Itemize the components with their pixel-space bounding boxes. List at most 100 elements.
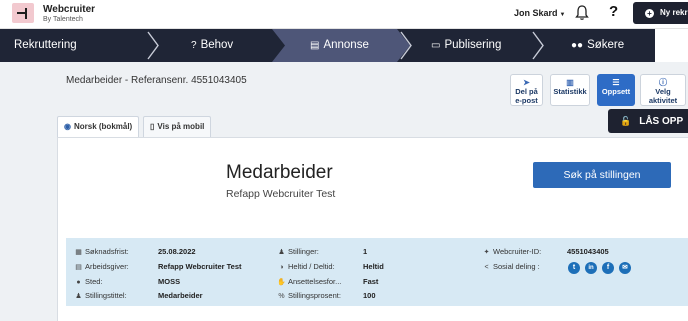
step-label: Publisering	[444, 39, 502, 51]
user-menu[interactable]: Jon Skard ▼	[514, 8, 565, 18]
mobile-icon: ▯	[150, 122, 155, 131]
unlock-button[interactable]: 🔓 LÅS OPP	[608, 109, 688, 133]
chart-icon: ▥	[566, 78, 574, 87]
chevron-down-icon: ▼	[559, 12, 566, 18]
tab-label: Vis på mobil	[157, 122, 205, 131]
person-icon: ♟	[75, 293, 82, 300]
twitter-icon[interactable]: t	[568, 262, 580, 274]
info-label: Søknadsfrist:	[85, 247, 129, 256]
step-annonse[interactable]: ▤ Annonse	[310, 29, 369, 62]
action-label: Statistikk	[553, 87, 587, 96]
statistics-button[interactable]: ▥ Statistikk	[550, 74, 590, 106]
step-label: Rekruttering	[14, 39, 77, 51]
question-icon: ?	[191, 40, 197, 51]
info-job-title: ♟ Stillingstittel:	[74, 291, 127, 300]
globe-icon: ◉	[64, 122, 71, 131]
select-activity-button[interactable]: ⓘ Velg aktivitet	[640, 74, 686, 106]
page-title: Medarbeider - Referansenr. 4551043405	[66, 75, 247, 86]
info-label: Stillingstittel:	[85, 291, 127, 300]
monitor-icon: ▭	[431, 40, 441, 51]
info-label: Ansettelsesfor...	[288, 277, 342, 286]
job-title: Medarbeider	[226, 162, 333, 183]
info-positions: ♟ Stillinger:	[277, 247, 319, 256]
half-circle-icon: ◑	[279, 264, 284, 271]
info-deadline: ▦ Søknadsfrist:	[74, 247, 129, 256]
info-value: 4551043405	[567, 247, 609, 256]
top-header: Webcruiter By Talentech Jon Skard ▼ ? + Ny…	[0, 0, 688, 29]
info-value: Medarbeider	[158, 291, 203, 300]
info-employer: ▤ Arbeidsgiver:	[74, 262, 129, 271]
step-label: Annonse	[323, 39, 369, 51]
info-value: MOSS	[158, 277, 181, 286]
action-label: Oppsett	[601, 87, 631, 96]
info-label: Arbeidsgiver:	[85, 262, 129, 271]
info-icon: ⓘ	[659, 78, 667, 87]
info-employment-type: ✋ Ansettelsesfor...	[277, 277, 341, 286]
info-label: Webcruiter-ID:	[493, 247, 542, 256]
linkedin-icon[interactable]: in	[585, 262, 597, 274]
info-value: 1	[363, 247, 368, 256]
settings-icon: ☰	[612, 78, 620, 87]
unlock-label: LÅS OPP	[639, 116, 684, 127]
lock-icon: 🔓	[620, 116, 632, 126]
step-nav-end	[655, 29, 688, 62]
info-webcruiter-id: ✦ Webcruiter-ID:	[482, 247, 542, 256]
info-social-share: < Sosial deling :	[482, 262, 540, 271]
info-percentage: % Stillingsprosent:	[277, 291, 341, 300]
action-label: Del på	[515, 87, 538, 96]
step-behov[interactable]: ? Behov	[191, 29, 233, 62]
brand-name: Webcruiter	[43, 4, 96, 15]
step-rekruttering[interactable]: Rekruttering	[14, 29, 77, 62]
facebook-icon[interactable]: f	[602, 262, 614, 274]
step-label: Søkere	[587, 39, 625, 51]
info-label: Stillinger:	[288, 247, 319, 256]
plus-icon: +	[645, 9, 654, 18]
info-value: Fast	[363, 277, 379, 286]
info-label: Heltid / Deltid:	[288, 262, 335, 271]
handshake-icon: ✋	[277, 279, 286, 286]
info-value: Refapp Webcruiter Test	[158, 262, 242, 271]
logo-icon[interactable]	[12, 3, 34, 23]
building-icon: ▤	[75, 264, 82, 271]
pin-icon: ✦	[483, 249, 490, 256]
info-value: 25.08.2022	[158, 247, 196, 256]
tab-mobile[interactable]: ▯ Vis på mobil	[143, 116, 212, 137]
info-label: Sted:	[85, 277, 103, 286]
help-icon[interactable]: ?	[609, 3, 618, 20]
send-icon: ➤	[523, 78, 530, 87]
action-label: aktivitet	[648, 96, 678, 105]
info-label: Sosial deling :	[493, 262, 540, 271]
step-publisering[interactable]: ▭ Publisering	[431, 29, 501, 62]
tab-norsk[interactable]: ◉ Norsk (bokmål)	[57, 116, 140, 138]
new-recruitment-label: Ny rekr	[660, 8, 688, 17]
info-value: Heltid	[363, 262, 384, 271]
share-icon: <	[484, 264, 489, 271]
action-label: e-post	[515, 96, 538, 105]
action-label: Velg	[655, 87, 671, 96]
chevron-right-icon	[400, 31, 412, 60]
bell-icon[interactable]	[574, 4, 590, 21]
user-name: Jon Skard	[514, 8, 558, 18]
share-email-button[interactable]: ➤ Del på e-post	[510, 74, 543, 106]
chevron-right-icon	[532, 31, 544, 60]
step-sokere[interactable]: ●● Søkere	[571, 29, 624, 62]
location-icon: ●	[76, 279, 81, 286]
new-recruitment-button[interactable]: + Ny rekr	[633, 2, 688, 24]
info-fulltime: ◑ Heltid / Deltid:	[277, 262, 335, 271]
settings-button[interactable]: ☰ Oppsett	[597, 74, 635, 106]
step-label: Behov	[200, 39, 234, 51]
percent-icon: %	[278, 293, 285, 300]
document-icon: ▤	[310, 40, 320, 51]
info-label: Stillingsprosent:	[288, 291, 341, 300]
people-icon: ♟	[278, 249, 285, 256]
email-icon[interactable]: ✉	[619, 262, 631, 274]
brand-subtitle: By Talentech	[43, 16, 83, 23]
apply-button[interactable]: Søk på stillingen	[533, 162, 671, 188]
tab-label: Norsk (bokmål)	[73, 122, 133, 131]
users-icon: ●●	[571, 40, 584, 51]
calendar-icon: ▦	[75, 249, 82, 256]
info-location: ● Sted:	[74, 277, 103, 286]
info-value: 100	[363, 291, 376, 300]
chevron-right-icon	[147, 31, 159, 60]
step-navigation: Rekruttering ? Behov ▤ Annonse ▭ Publiserin…	[0, 29, 688, 62]
